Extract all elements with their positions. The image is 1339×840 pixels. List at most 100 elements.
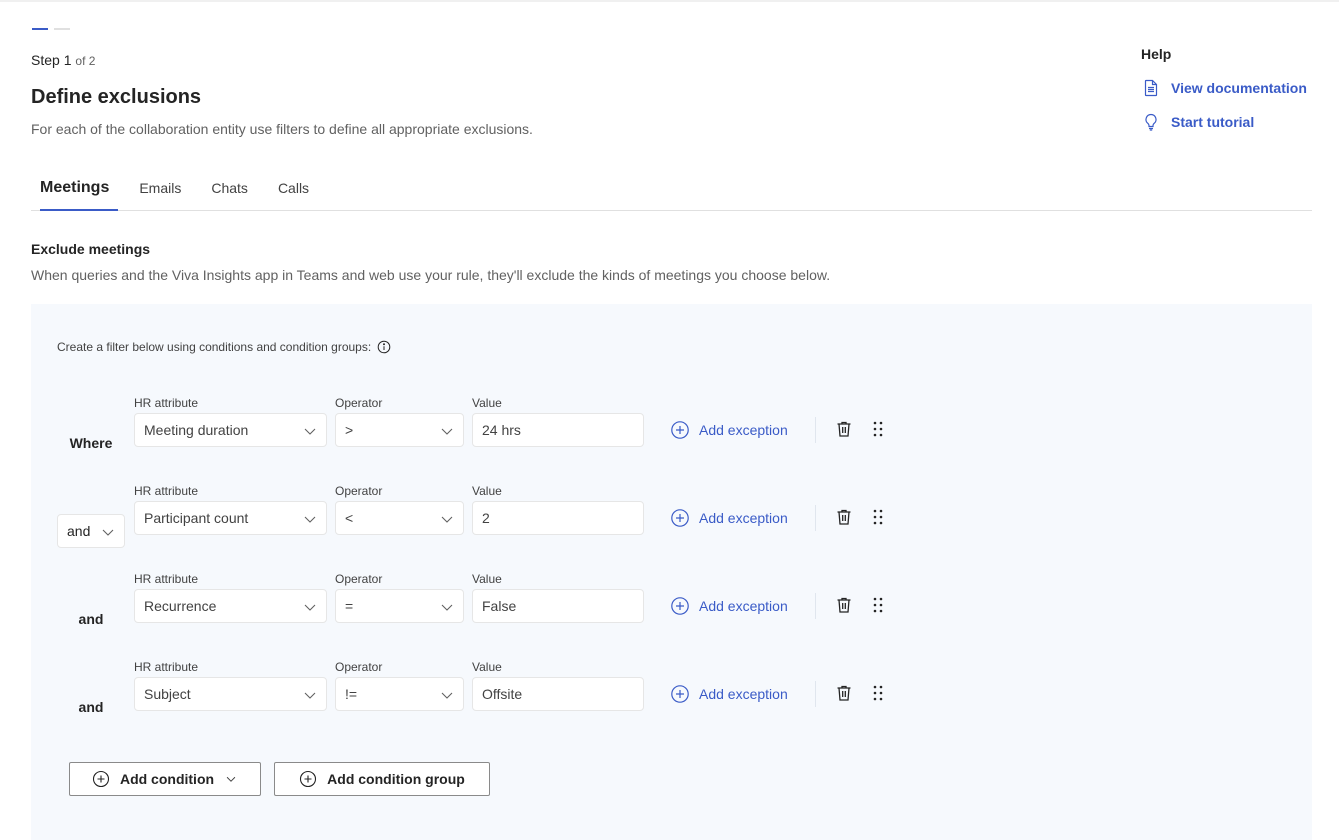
add-condition-group-button[interactable]: Add condition group [274,762,490,796]
delete-icon[interactable] [834,419,854,439]
condition-row: and HR attribute Recurrence Operator = V… [57,572,917,632]
tab-chats[interactable]: Chats [202,178,257,210]
drag-handle-icon[interactable] [868,419,888,439]
add-circle-icon [300,770,317,788]
operator-label: Operator [335,660,383,674]
chevron-down-icon [302,599,318,618]
operator-label: Operator [335,396,383,410]
drag-handle-icon[interactable] [868,507,888,527]
filter-hint: Create a filter below using conditions a… [57,340,391,354]
delete-icon[interactable] [834,507,854,527]
delete-icon[interactable] [834,595,854,615]
value-input[interactable]: Offsite [472,677,644,711]
hr-attribute-value: Participant count [144,510,249,526]
condition-connector: and [78,611,104,627]
operator-dropdown[interactable]: != [335,677,464,711]
drag-handle-icon[interactable] [868,683,888,703]
view-documentation-link[interactable]: View documentation [1141,78,1331,98]
add-exception-button[interactable]: Add exception [670,677,788,711]
value-label: Value [472,396,502,410]
step-suffix: of 2 [75,54,96,68]
condition-row: Where HR attribute Meeting duration Oper… [57,396,917,456]
chevron-down-icon [302,687,318,706]
chevron-down-icon [439,423,455,442]
divider [815,593,816,619]
filter-hint-text: Create a filter below using conditions a… [57,340,372,354]
hr-attribute-label: HR attribute [134,484,199,498]
divider [815,681,816,707]
hr-attribute-label: HR attribute [134,660,199,674]
add-exception-button[interactable]: Add exception [670,413,788,447]
hr-attribute-dropdown[interactable]: Subject [134,677,327,711]
value-label: Value [472,484,502,498]
condition-connector-dropdown[interactable]: and [57,514,125,548]
add-condition-group-label: Add condition group [327,771,465,787]
tab-meetings[interactable]: Meetings [31,178,119,211]
chevron-down-icon [439,599,455,618]
help-panel: Help View documentation Start tutorial [1141,46,1331,146]
step-prefix: Step [31,52,60,68]
top-border [0,0,1339,2]
condition-connector: and [78,699,104,715]
progress-segment-2 [54,28,70,30]
filter-panel: Create a filter below using conditions a… [31,304,1312,840]
page-subtitle: For each of the collaboration entity use… [31,121,533,137]
chevron-down-icon [226,776,236,782]
operator-dropdown[interactable]: < [335,501,464,535]
chevron-down-icon [100,524,116,543]
lightbulb-icon [1145,113,1157,131]
value-label: Value [472,660,502,674]
document-icon [1144,79,1158,97]
divider [815,505,816,531]
add-condition-button[interactable]: Add condition [69,762,261,796]
value-label: Value [472,572,502,586]
condition-connector: Where [69,435,113,451]
divider [815,417,816,443]
progress-segment-1 [32,28,48,30]
add-exception-label: Add exception [699,422,788,438]
drag-handle-icon[interactable] [868,595,888,615]
step-number: 1 [63,52,72,68]
section-title: Exclude meetings [31,241,151,257]
add-circle-icon [671,685,689,703]
value-input[interactable]: False [472,589,644,623]
hr-attribute-value: Subject [144,686,191,702]
add-circle-icon [92,770,110,788]
add-circle-icon [671,509,689,527]
tab-calls[interactable]: Calls [269,178,318,210]
start-tutorial-label: Start tutorial [1171,114,1255,130]
operator-value: > [345,422,354,438]
page-title: Define exclusions [31,86,202,108]
operator-value: = [345,598,354,614]
section-description: When queries and the Viva Insights app i… [31,267,831,283]
add-exception-label: Add exception [699,598,788,614]
operator-label: Operator [335,484,383,498]
chevron-down-icon [302,423,318,442]
step-progress-indicator [32,28,70,30]
entity-tabs: Meetings Emails Chats Calls [31,178,1312,211]
condition-row: and HR attribute Subject Operator != Val… [57,660,917,720]
hr-attribute-dropdown[interactable]: Meeting duration [134,413,327,447]
operator-label: Operator [335,572,383,586]
tab-emails[interactable]: Emails [130,178,190,210]
hr-attribute-label: HR attribute [134,572,199,586]
add-exception-button[interactable]: Add exception [670,589,788,623]
value-input[interactable]: 2 [472,501,644,535]
hr-attribute-value: Recurrence [144,598,217,614]
hr-attribute-dropdown[interactable]: Recurrence [134,589,327,623]
add-circle-icon [671,421,689,439]
add-exception-button[interactable]: Add exception [670,501,788,535]
connector-value: and [67,523,91,539]
operator-dropdown[interactable]: > [335,413,464,447]
operator-dropdown[interactable]: = [335,589,464,623]
chevron-down-icon [302,511,318,530]
hr-attribute-dropdown[interactable]: Participant count [134,501,327,535]
info-icon[interactable] [377,340,391,354]
start-tutorial-link[interactable]: Start tutorial [1141,112,1331,132]
add-exception-label: Add exception [699,510,788,526]
value-input[interactable]: 24 hrs [472,413,644,447]
delete-icon[interactable] [834,683,854,703]
value-text: False [482,598,517,614]
help-title: Help [1141,46,1172,62]
add-exception-label: Add exception [699,686,788,702]
